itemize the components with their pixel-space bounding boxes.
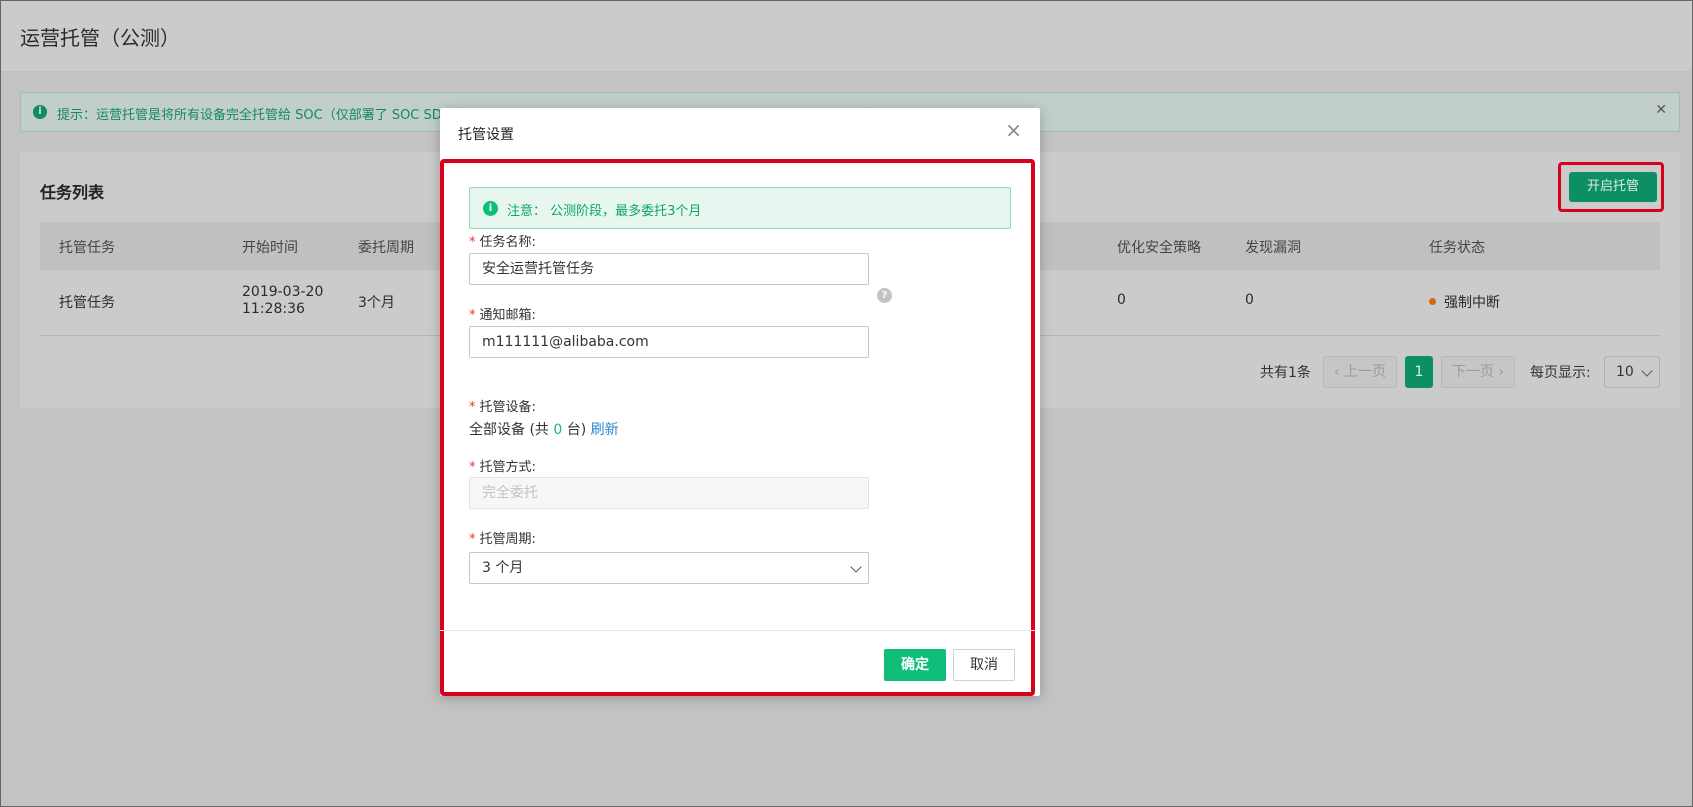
required-mark: *	[469, 308, 476, 323]
help-icon[interactable]: ?	[877, 288, 892, 303]
chevron-down-icon	[1641, 365, 1653, 377]
page-1-button[interactable]: 1	[1405, 356, 1433, 388]
cell-task: 托管任务	[59, 295, 115, 311]
info-icon: i	[483, 201, 498, 216]
period-label: * 托管周期:	[469, 528, 536, 547]
task-name-label-text: 任务名称:	[479, 235, 536, 250]
period-select[interactable]: 3 个月	[469, 552, 869, 584]
devices-label-text: 托管设备:	[479, 400, 536, 415]
hosting-settings-modal: 托管设置 × i 注意： 公测阶段，最多委托3个月 * 任务名称: 安全运营托管任…	[440, 108, 1040, 696]
status-text: 强制中断	[1444, 295, 1500, 311]
start-button-highlight: 开启托管	[1558, 162, 1664, 212]
cell-start-time: 11:28:36	[242, 301, 305, 317]
email-label-text: 通知邮箱:	[479, 308, 536, 323]
column-header-optimized-policy: 优化安全策略	[1117, 240, 1201, 256]
cell-status: 强制中断	[1429, 292, 1500, 312]
modal-title: 托管设置	[458, 127, 514, 143]
start-hosting-button[interactable]: 开启托管	[1569, 172, 1657, 202]
close-icon[interactable]: ×	[1005, 120, 1022, 140]
task-name-label: * 任务名称:	[469, 231, 536, 250]
prev-page-button[interactable]: ‹ 上一页	[1323, 356, 1397, 388]
page-size-select[interactable]: 10	[1604, 356, 1660, 388]
next-page-label: 下一页	[1451, 364, 1494, 380]
cancel-button[interactable]: 取消	[953, 649, 1015, 681]
column-header-period: 委托周期	[358, 240, 414, 256]
devices-summary: 全部设备 (共 0 台) 刷新	[469, 419, 619, 439]
column-header-vulnerabilities: 发现漏洞	[1245, 240, 1301, 256]
devices-prefix: 全部设备 (共	[469, 422, 549, 438]
devices-label: * 托管设备:	[469, 396, 536, 415]
task-list-title: 任务列表	[40, 183, 105, 202]
period-label-text: 托管周期:	[479, 532, 536, 547]
next-page-button[interactable]: 下一页 ›	[1441, 356, 1515, 388]
mode-value: 完全委托	[482, 485, 538, 501]
email-label: * 通知邮箱:	[469, 304, 536, 323]
required-mark: *	[469, 532, 476, 547]
required-mark: *	[469, 235, 476, 250]
page-size-label: 每页显示:	[1530, 365, 1591, 381]
pagination-total: 共有1条	[1260, 365, 1311, 381]
chevron-down-icon	[850, 561, 862, 573]
page-size-value: 10	[1616, 364, 1634, 380]
status-dot-icon	[1429, 298, 1436, 305]
notice-text: 注意： 公测阶段，最多委托3个月	[507, 204, 702, 219]
page-header: 运营托管（公测）	[0, 0, 1693, 72]
cell-period: 3个月	[358, 295, 395, 311]
notice-banner: i 注意： 公测阶段，最多委托3个月	[469, 187, 1011, 229]
mode-select: 完全委托	[469, 477, 869, 509]
info-icon: i	[33, 105, 47, 119]
page-title: 运营托管（公测）	[20, 26, 180, 50]
required-mark: *	[469, 460, 476, 475]
column-header-task: 托管任务	[59, 240, 115, 256]
period-value: 3 个月	[482, 560, 524, 576]
prev-page-label: 上一页	[1344, 364, 1387, 380]
modal-footer-divider	[440, 630, 1036, 631]
required-mark: *	[469, 400, 476, 415]
close-icon[interactable]: ✕	[1655, 102, 1667, 118]
device-count: 0	[553, 422, 563, 438]
column-header-status: 任务状态	[1429, 240, 1485, 256]
mode-label-text: 托管方式:	[479, 460, 536, 475]
email-field[interactable]: m111111@alibaba.com	[469, 326, 869, 358]
refresh-link[interactable]: 刷新	[591, 422, 619, 438]
devices-suffix: 台)	[566, 422, 587, 438]
cell-optimized-policy: 0	[1117, 292, 1126, 308]
cell-start-date: 2019-03-20	[242, 284, 324, 300]
cell-vulnerabilities: 0	[1245, 292, 1254, 308]
confirm-button[interactable]: 确定	[884, 649, 946, 681]
task-name-input[interactable]: 安全运营托管任务	[469, 253, 869, 285]
column-header-start-time: 开始时间	[242, 240, 298, 256]
mode-label: * 托管方式:	[469, 456, 536, 475]
